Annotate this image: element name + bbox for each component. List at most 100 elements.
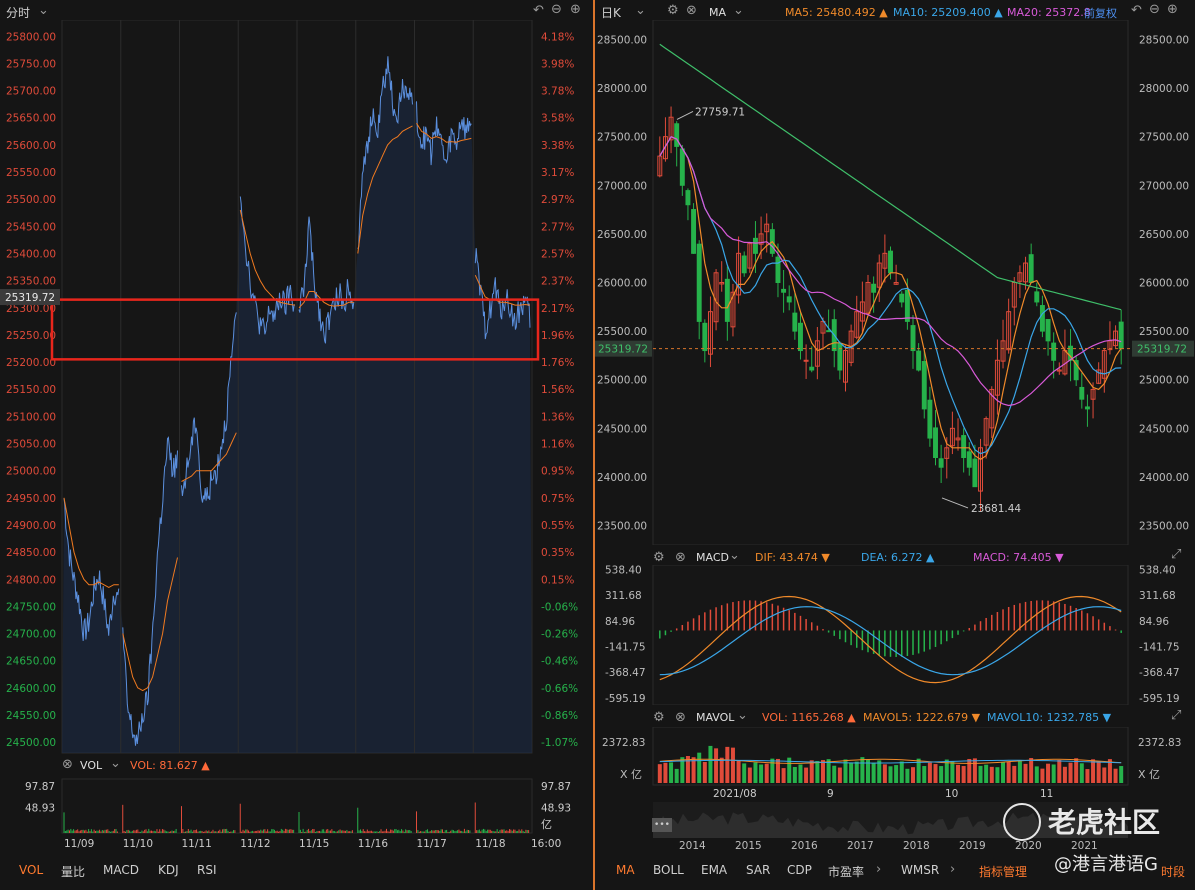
chevron-down-icon[interactable]: ⌄ [38, 3, 49, 18]
y-tick-label: 27000.00 [597, 180, 647, 192]
chevron-down-icon[interactable]: ⌄ [737, 708, 748, 723]
mavol-bar [753, 762, 758, 783]
price-adjust-label[interactable]: 前复权 [1084, 5, 1117, 21]
tab-ema[interactable]: EMA [701, 863, 727, 877]
y-tick-label: 24950.00 [6, 493, 56, 505]
tab-volume-ratio[interactable]: 量比 [61, 863, 85, 880]
vol-area [61, 778, 533, 834]
intraday-chart[interactable]: 25800.00 4.18% 25750.00 3.98% 25700.00 3.78% 2… [0, 20, 593, 755]
price-tag: 25319.72 [598, 344, 648, 356]
zoom-in-icon[interactable]: ⊕ [570, 2, 581, 17]
overview-handle-icon[interactable]: ••• [652, 818, 672, 832]
y-tick-label: 25750.00 [6, 58, 56, 70]
tab-indicator-manage[interactable]: 指标管理 [979, 863, 1027, 880]
x-tick-label: 11/18 [475, 838, 505, 850]
annotation-low: 23681.44 [971, 503, 1021, 515]
tab-sar[interactable]: SAR [746, 863, 770, 877]
tab-macd[interactable]: MACD [103, 863, 139, 877]
candle-body [938, 458, 944, 468]
chevron-down-icon[interactable]: ⌄ [110, 756, 121, 771]
intraday-header-label[interactable]: 分时 [6, 4, 30, 21]
zoom-out-icon[interactable]: ⊖ [551, 2, 562, 17]
tab-time-period[interactable]: 时段 [1161, 863, 1185, 880]
mavol-bar [770, 758, 775, 783]
tab-vol[interactable]: VOL [19, 863, 43, 877]
tab-kdj[interactable]: KDJ [158, 863, 179, 877]
mavol-bar [804, 767, 809, 783]
close-icon[interactable]: ⊗ [686, 3, 697, 18]
y-tick-label-right: 26500.00 [1139, 229, 1189, 241]
tab-rsi[interactable]: RSI [197, 863, 217, 877]
y-tick-label-pct: -0.66% [541, 683, 578, 695]
candle-body [1028, 254, 1034, 284]
y-tick-label-pct: 2.17% [541, 303, 574, 315]
ma-indicator-label[interactable]: MA [709, 6, 726, 19]
chevron-down-icon[interactable]: ⌄ [635, 3, 646, 18]
vol-tick-label: 97.87 [25, 781, 55, 793]
y-tick-label: 25200.00 [6, 357, 56, 369]
daily-header-label[interactable]: 日K [601, 4, 621, 21]
y-tick-label: 24500.00 [597, 423, 647, 435]
candle-body [916, 350, 922, 371]
zoom-in-icon[interactable]: ⊕ [1167, 2, 1178, 17]
year-label: 2018 [903, 840, 930, 852]
x-tick-label: 11/11 [182, 838, 212, 850]
mavol-bar [775, 758, 780, 783]
mavol-bar [877, 760, 882, 783]
chevron-down-icon[interactable]: ⌄ [729, 548, 740, 563]
undo-icon[interactable]: ↶ [533, 3, 544, 18]
chevron-right-icon[interactable]: › [950, 862, 955, 877]
candle-body [809, 366, 815, 371]
close-icon[interactable]: ⊗ [675, 550, 686, 565]
candle-body [752, 237, 758, 254]
y-tick-label-pct: 0.35% [541, 547, 574, 559]
mavol-bar [1023, 763, 1028, 783]
candle-body [685, 190, 691, 206]
settings-icon[interactable]: ⚙ [667, 3, 679, 18]
tab-ma[interactable]: MA [616, 863, 635, 877]
candle-body [837, 342, 843, 371]
y-tick-label: 27500.00 [597, 132, 647, 144]
expand-icon[interactable]: ⤢ [1171, 708, 1181, 723]
tab-cdp[interactable]: CDP [787, 863, 812, 877]
candle-body [1051, 342, 1057, 361]
x-tick-label: 11/16 [358, 838, 389, 850]
year-label: 2016 [791, 840, 818, 852]
tab-wmsr[interactable]: WMSR [901, 863, 939, 877]
candle-body [1045, 319, 1051, 342]
year-label: 2020 [1015, 840, 1042, 852]
y-tick-label: 24500.00 [6, 737, 56, 749]
mavol-indicator-label[interactable]: MAVOL [696, 711, 734, 724]
chevron-right-icon[interactable]: › [876, 862, 881, 877]
tab-boll[interactable]: BOLL [653, 863, 684, 877]
y-tick-label-right: 23500.00 [1139, 521, 1189, 533]
y-tick-label: 25050.00 [6, 439, 56, 451]
undo-icon[interactable]: ↶ [1131, 3, 1142, 18]
ma10-value: MA10: 25209.400 ▲ [893, 6, 1003, 19]
y-tick-label: 26000.00 [597, 278, 647, 290]
candle-body [775, 256, 781, 283]
expand-icon[interactable]: ⤢ [1171, 547, 1181, 562]
settings-icon[interactable]: ⚙ [653, 550, 665, 565]
vol-indicator-label[interactable]: VOL [80, 759, 102, 772]
mavol-bar [989, 766, 994, 783]
candle-body [792, 312, 798, 332]
vol-close-icon[interactable]: ⊗ [62, 757, 73, 772]
settings-icon[interactable]: ⚙ [653, 710, 665, 725]
y-tick-label: 25800.00 [6, 31, 56, 43]
chevron-down-icon[interactable]: ⌄ [733, 3, 744, 18]
mavol-bar [922, 766, 927, 783]
mavol-bar [708, 745, 713, 783]
zoom-out-icon[interactable]: ⊖ [1149, 2, 1160, 17]
y-tick-label-right: 25000.00 [1139, 375, 1189, 387]
mavol-bar [663, 762, 668, 783]
kline-chart[interactable]: 28500.00 28500.00 28000.00 28000.00 27500.00… [595, 20, 1195, 545]
y-tick-label: 28500.00 [597, 34, 647, 46]
y-tick-label-right: 26000.00 [1139, 278, 1189, 290]
y-tick-label-right: 28000.00 [1139, 83, 1189, 95]
mavol-bar [911, 767, 916, 783]
mavol-bar [978, 765, 983, 783]
macd-indicator-label[interactable]: MACD [696, 551, 729, 564]
tab-pe-ratio[interactable]: 市盈率 [828, 863, 864, 880]
close-icon[interactable]: ⊗ [675, 710, 686, 725]
